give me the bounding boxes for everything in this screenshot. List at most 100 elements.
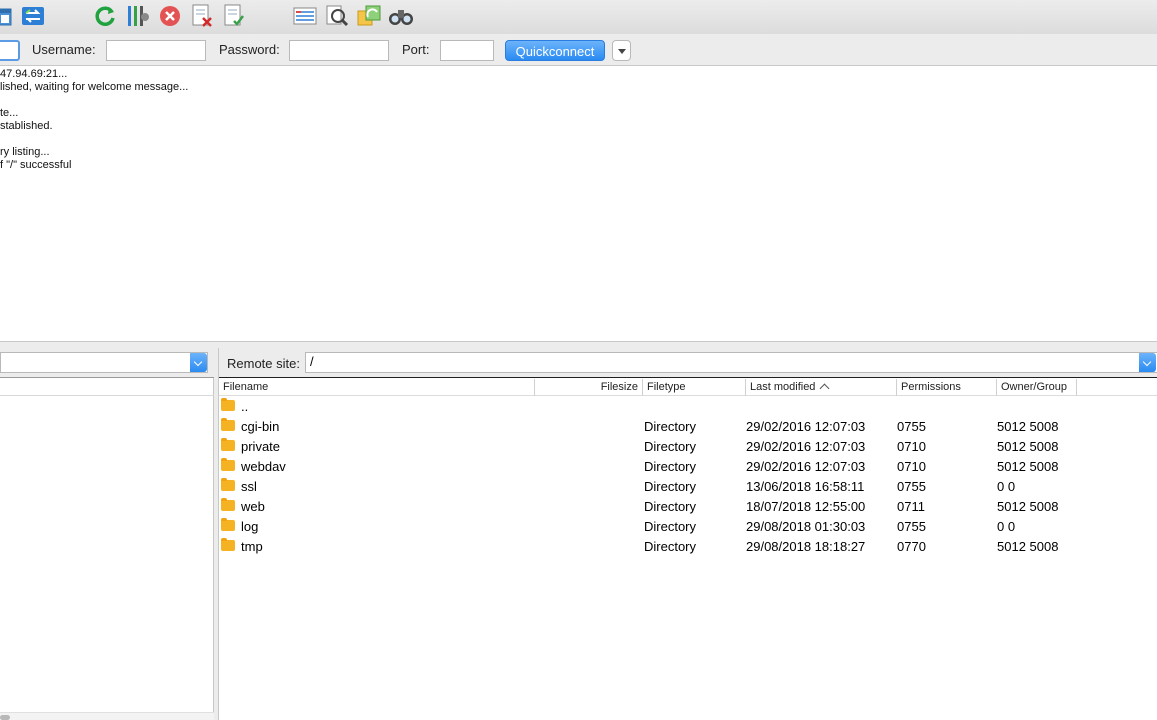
remote-pane: Remote site: / Filename Filesize Filetyp… (219, 348, 1157, 720)
file-type: Directory (644, 479, 697, 494)
folder-icon (221, 498, 235, 511)
table-row[interactable]: .. (219, 397, 1157, 417)
file-modified: 29/08/2018 01:30:03 (746, 519, 866, 534)
table-row[interactable]: tmp Directory 29/08/2018 18:18:27 0770 5012 … (219, 537, 1157, 557)
sort-ascending-icon (819, 383, 830, 394)
file-permissions: 0755 (897, 419, 926, 434)
username-label: Username: (32, 42, 96, 57)
file-owner: 5012 5008 (997, 539, 1059, 554)
file-owner: 5012 5008 (997, 459, 1059, 474)
remote-path-value: / (310, 354, 314, 369)
file-permissions: 0770 (897, 539, 926, 554)
host-field[interactable] (0, 40, 20, 61)
file-owner: 0 0 (997, 479, 1016, 494)
toolbar (0, 0, 1157, 34)
password-label: Password: (219, 42, 280, 57)
log-line: te... (0, 107, 19, 119)
file-permissions: 0711 (897, 499, 925, 514)
file-modified: 29/08/2018 18:18:27 (746, 539, 866, 554)
column-filesize[interactable]: Filesize (535, 379, 643, 396)
transfer-queue-icon[interactable] (20, 3, 46, 29)
local-header-row (0, 378, 214, 396)
file-name: ssl (241, 479, 257, 494)
file-modified: 29/02/2016 12:07:03 (746, 459, 866, 474)
file-owner: 0 0 (997, 519, 1016, 534)
table-row[interactable]: webdav Directory 29/02/2016 12:07:03 0710 50… (219, 457, 1157, 477)
column-last-modified[interactable]: Last modified (746, 379, 897, 396)
file-name: webdav (241, 459, 286, 474)
file-modified: 29/02/2016 12:07:03 (746, 439, 866, 454)
quickconnect-history-dropdown[interactable] (612, 40, 631, 61)
file-owner: 5012 5008 (997, 419, 1059, 434)
table-row[interactable]: web Directory 18/07/2018 12:55:00 0711 5012 … (219, 497, 1157, 517)
column-label: Owner/Group (1001, 381, 1068, 393)
chevron-down-icon[interactable] (1139, 353, 1156, 372)
file-modified: 29/02/2016 12:07:03 (746, 419, 866, 434)
log-line: f "/" successful (0, 159, 72, 171)
file-modified: 13/06/2018 16:58:11 (746, 479, 865, 494)
scrollbar-thumb[interactable] (0, 715, 10, 720)
table-row[interactable]: log Directory 29/08/2018 01:30:03 0755 0 0 (219, 517, 1157, 537)
table-row[interactable]: private Directory 29/02/2016 12:07:03 0710 5… (219, 437, 1157, 457)
file-name: .. (241, 399, 249, 414)
folder-icon (221, 438, 235, 451)
process-queue-icon[interactable] (125, 3, 151, 29)
cancel-icon[interactable] (157, 3, 183, 29)
file-owner: 5012 5008 (997, 499, 1059, 514)
sync-browse-icon[interactable] (356, 3, 382, 29)
local-site-bar (0, 348, 214, 378)
disconnect-icon[interactable] (189, 3, 215, 29)
file-name: web (241, 499, 265, 514)
refresh-icon[interactable] (92, 3, 118, 29)
folder-icon (221, 478, 235, 491)
file-modified: 18/07/2018 12:55:00 (746, 499, 866, 514)
remote-site-bar: Remote site: / (219, 348, 1157, 378)
file-name: cgi-bin (241, 419, 280, 434)
reconnect-icon[interactable] (221, 3, 247, 29)
table-row[interactable]: ssl Directory 13/06/2018 16:58:11 0755 0 0 (219, 477, 1157, 497)
local-pane (0, 348, 214, 720)
log-line: ry listing... (0, 146, 50, 158)
column-label: Permissions (901, 381, 961, 393)
folder-icon (221, 518, 235, 531)
file-type: Directory (644, 519, 697, 534)
file-type: Directory (644, 499, 697, 514)
folder-icon (221, 458, 235, 471)
remote-site-label: Remote site: (227, 356, 300, 371)
quickconnect-bar: Username: Password: Port: Quickconnect (0, 34, 1157, 66)
column-label: Filesize (600, 381, 638, 393)
column-owner-group[interactable]: Owner/Group (997, 379, 1077, 396)
compare-icon[interactable] (324, 3, 350, 29)
file-type: Directory (644, 459, 697, 474)
file-permissions: 0710 (897, 459, 926, 474)
message-log: 47.94.69:21... lished, waiting for welco… (0, 67, 1157, 342)
local-horizontal-scrollbar[interactable] (0, 712, 214, 720)
file-type: Directory (644, 419, 697, 434)
password-field[interactable] (289, 40, 389, 61)
file-name: private (241, 439, 281, 454)
search-icon[interactable] (388, 3, 414, 29)
column-permissions[interactable]: Permissions (897, 379, 997, 396)
column-filetype[interactable]: Filetype (643, 379, 746, 396)
username-field[interactable] (106, 40, 206, 61)
table-row[interactable]: cgi-bin Directory 29/02/2016 12:07:03 0755 5… (219, 417, 1157, 437)
column-label: Filename (223, 381, 269, 393)
dir-listing-filter-icon[interactable] (292, 3, 318, 29)
quickconnect-button[interactable]: Quickconnect (505, 40, 605, 61)
folder-icon (221, 418, 235, 431)
port-label: Port: (402, 42, 430, 57)
port-field[interactable] (440, 40, 494, 61)
file-type: Directory (644, 439, 697, 454)
chevron-down-icon[interactable] (190, 353, 207, 372)
local-site-combo[interactable] (0, 352, 208, 373)
folder-icon (221, 398, 235, 411)
log-line: lished, waiting for welcome message... (0, 81, 189, 93)
file-permissions: 0755 (897, 519, 926, 534)
column-filename[interactable]: Filename (219, 379, 535, 396)
remote-path-combo[interactable]: / (305, 352, 1157, 373)
site-manager-icon[interactable] (0, 3, 14, 29)
column-label: Last modified (750, 381, 816, 393)
file-type: Directory (644, 539, 697, 554)
file-name: log (241, 519, 259, 534)
log-line: 47.94.69:21... (0, 68, 68, 80)
